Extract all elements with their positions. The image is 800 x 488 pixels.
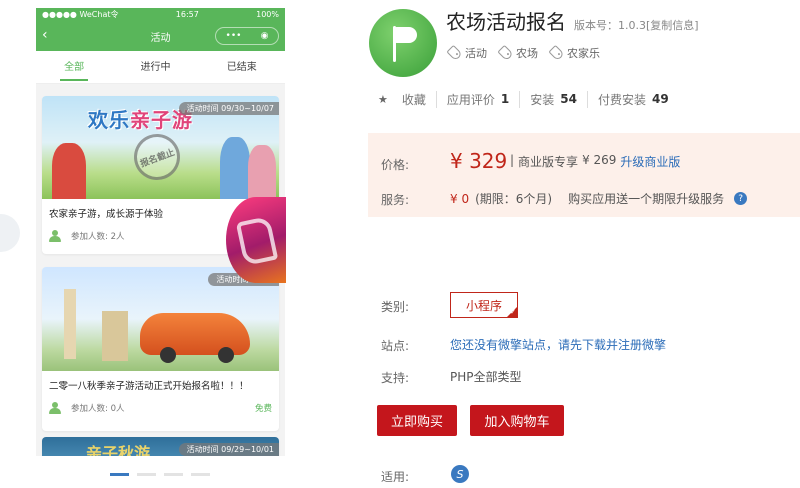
product-tags: 活动 农场 农家乐 [446, 44, 600, 62]
help-icon[interactable]: ? [734, 192, 748, 205]
tab-ongoing[interactable]: 进行中 [140, 51, 170, 84]
tag-icon [548, 44, 565, 62]
activity-card[interactable]: 亲子秋游 活动时间 09/29~10/01 [42, 437, 279, 456]
category-option[interactable]: 小程序 ✓ [450, 292, 518, 318]
carousel-dot[interactable] [110, 473, 129, 476]
banner-car [140, 313, 250, 363]
product-title-row: 农场活动报名 版本号：1.0.3 [复制信息] [446, 6, 699, 35]
copy-info-link[interactable]: [复制信息] [646, 17, 699, 33]
mini-program-icon: S [451, 465, 469, 483]
support-label: 支持: [381, 371, 410, 385]
battery-text: 100% [256, 10, 279, 19]
activity-title: 二零一八秋季亲子游活动正式开始报名啦！！！ [49, 381, 249, 392]
tag-item[interactable]: 农场 [497, 44, 538, 62]
apply-label: 适用: [381, 470, 410, 484]
tag-icon [446, 44, 463, 62]
business-price-info: | 商业版专享 ¥ 269 升级商业版 [510, 153, 681, 170]
upgrade-business-link[interactable]: 升级商业版 [620, 153, 680, 170]
carrier-text: ●●●●● WeChat令 [42, 10, 119, 19]
tag-icon [497, 44, 514, 62]
version-text: 版本号：1.0.3 [574, 19, 646, 32]
category-label: 类别: [381, 300, 410, 314]
phone-tabs: 全部 进行中 已结束 [36, 51, 285, 84]
price-value: ¥ 329 [450, 149, 508, 173]
carousel-dot[interactable] [137, 473, 156, 476]
user-icon [49, 402, 61, 414]
mini-program-capsule[interactable]: ••• ◉ [215, 27, 279, 45]
install-stat: 安装 54 [519, 90, 587, 108]
product-title: 农场活动报名 [446, 10, 566, 34]
tab-ended[interactable]: 已结束 [227, 51, 257, 84]
participants-count: 参加人数: 0人 [71, 404, 125, 414]
closed-stamp: 报名截止 [127, 127, 187, 187]
activity-meta: 参加人数: 0人 免费 [42, 395, 279, 417]
banner-figure [220, 137, 250, 199]
activity-date: 活动时间 09/29~10/01 [178, 443, 279, 456]
banner-building [102, 311, 128, 361]
tab-all[interactable]: 全部 [60, 51, 89, 84]
price-label: 价格: [381, 158, 410, 172]
page: ●●●●● WeChat令 16:57 100% ‹ 活动 ••• ◉ 全部 进… [0, 0, 800, 488]
carousel-prev-button[interactable] [0, 214, 20, 252]
banner-figure [248, 145, 276, 199]
service-label: 服务: [381, 193, 410, 207]
activity-banner-image: 欢乐亲子游 报名截止 活动时间 09/30~10/07 [42, 96, 279, 199]
favorite-button[interactable]: ★ 收藏 [378, 91, 436, 108]
flag-cloth [395, 27, 417, 43]
paid-install-stat: 付费安装 49 [586, 90, 679, 108]
participants-count: 参加人数: 2人 [71, 232, 125, 242]
buy-now-button[interactable]: 立即购买 [377, 405, 457, 436]
user-icon [49, 230, 61, 242]
time-text: 16:57 [175, 10, 199, 19]
tag-item[interactable]: 活动 [446, 44, 487, 62]
banner-tower [64, 289, 76, 359]
rating-stat[interactable]: 应用评价 1 [435, 90, 519, 108]
brand-logo-icon [226, 197, 286, 283]
site-register-link[interactable]: 您还没有微擎站点，请先下载并注册微擎 [450, 336, 666, 353]
activity-banner-image: 亲子秋游 活动时间 09/29~10/01 [42, 437, 279, 456]
star-icon: ★ [378, 92, 388, 106]
phone-nav-bar: ‹ 活动 ••• ◉ [36, 21, 285, 51]
service-info: ¥ 0 (期限：6个月) 购买应用送一个期限升级服务 ? [450, 190, 748, 207]
more-icon[interactable]: ••• [226, 31, 242, 41]
support-value: PHP全部类型 [450, 370, 522, 384]
activity-card[interactable]: 活动时间 10/01 二零一八秋季亲子游活动正式开始报名啦！！！ 参加人数: 0… [42, 267, 279, 431]
close-icon[interactable]: ◉ [261, 31, 269, 41]
add-to-cart-button[interactable]: 加入购物车 [470, 405, 564, 436]
tag-item[interactable]: 农家乐 [548, 44, 600, 62]
banner-figure [52, 143, 86, 199]
chevron-left-icon[interactable]: ‹ [42, 27, 48, 43]
carousel-dots [110, 473, 210, 476]
phone-nav-title: 活动 [150, 32, 171, 44]
site-label: 站点: [381, 339, 410, 353]
product-stats: ★ 收藏 应用评价 1 安装 54 付费安装 49 [378, 90, 679, 108]
activity-banner-image: 活动时间 10/01 [42, 267, 279, 371]
app-logo [369, 9, 437, 77]
phone-status-bar: ●●●●● WeChat令 16:57 100% [36, 8, 285, 21]
activity-price: 免费 [254, 404, 272, 414]
activity-date: 活动时间 09/30~10/07 [178, 102, 279, 115]
carousel-dot[interactable] [191, 473, 210, 476]
banner-title: 欢乐亲子游 [88, 108, 193, 132]
check-icon: ✓ [510, 308, 516, 316]
banner-title: 亲子秋游 [86, 444, 151, 456]
carousel-dot[interactable] [164, 473, 183, 476]
